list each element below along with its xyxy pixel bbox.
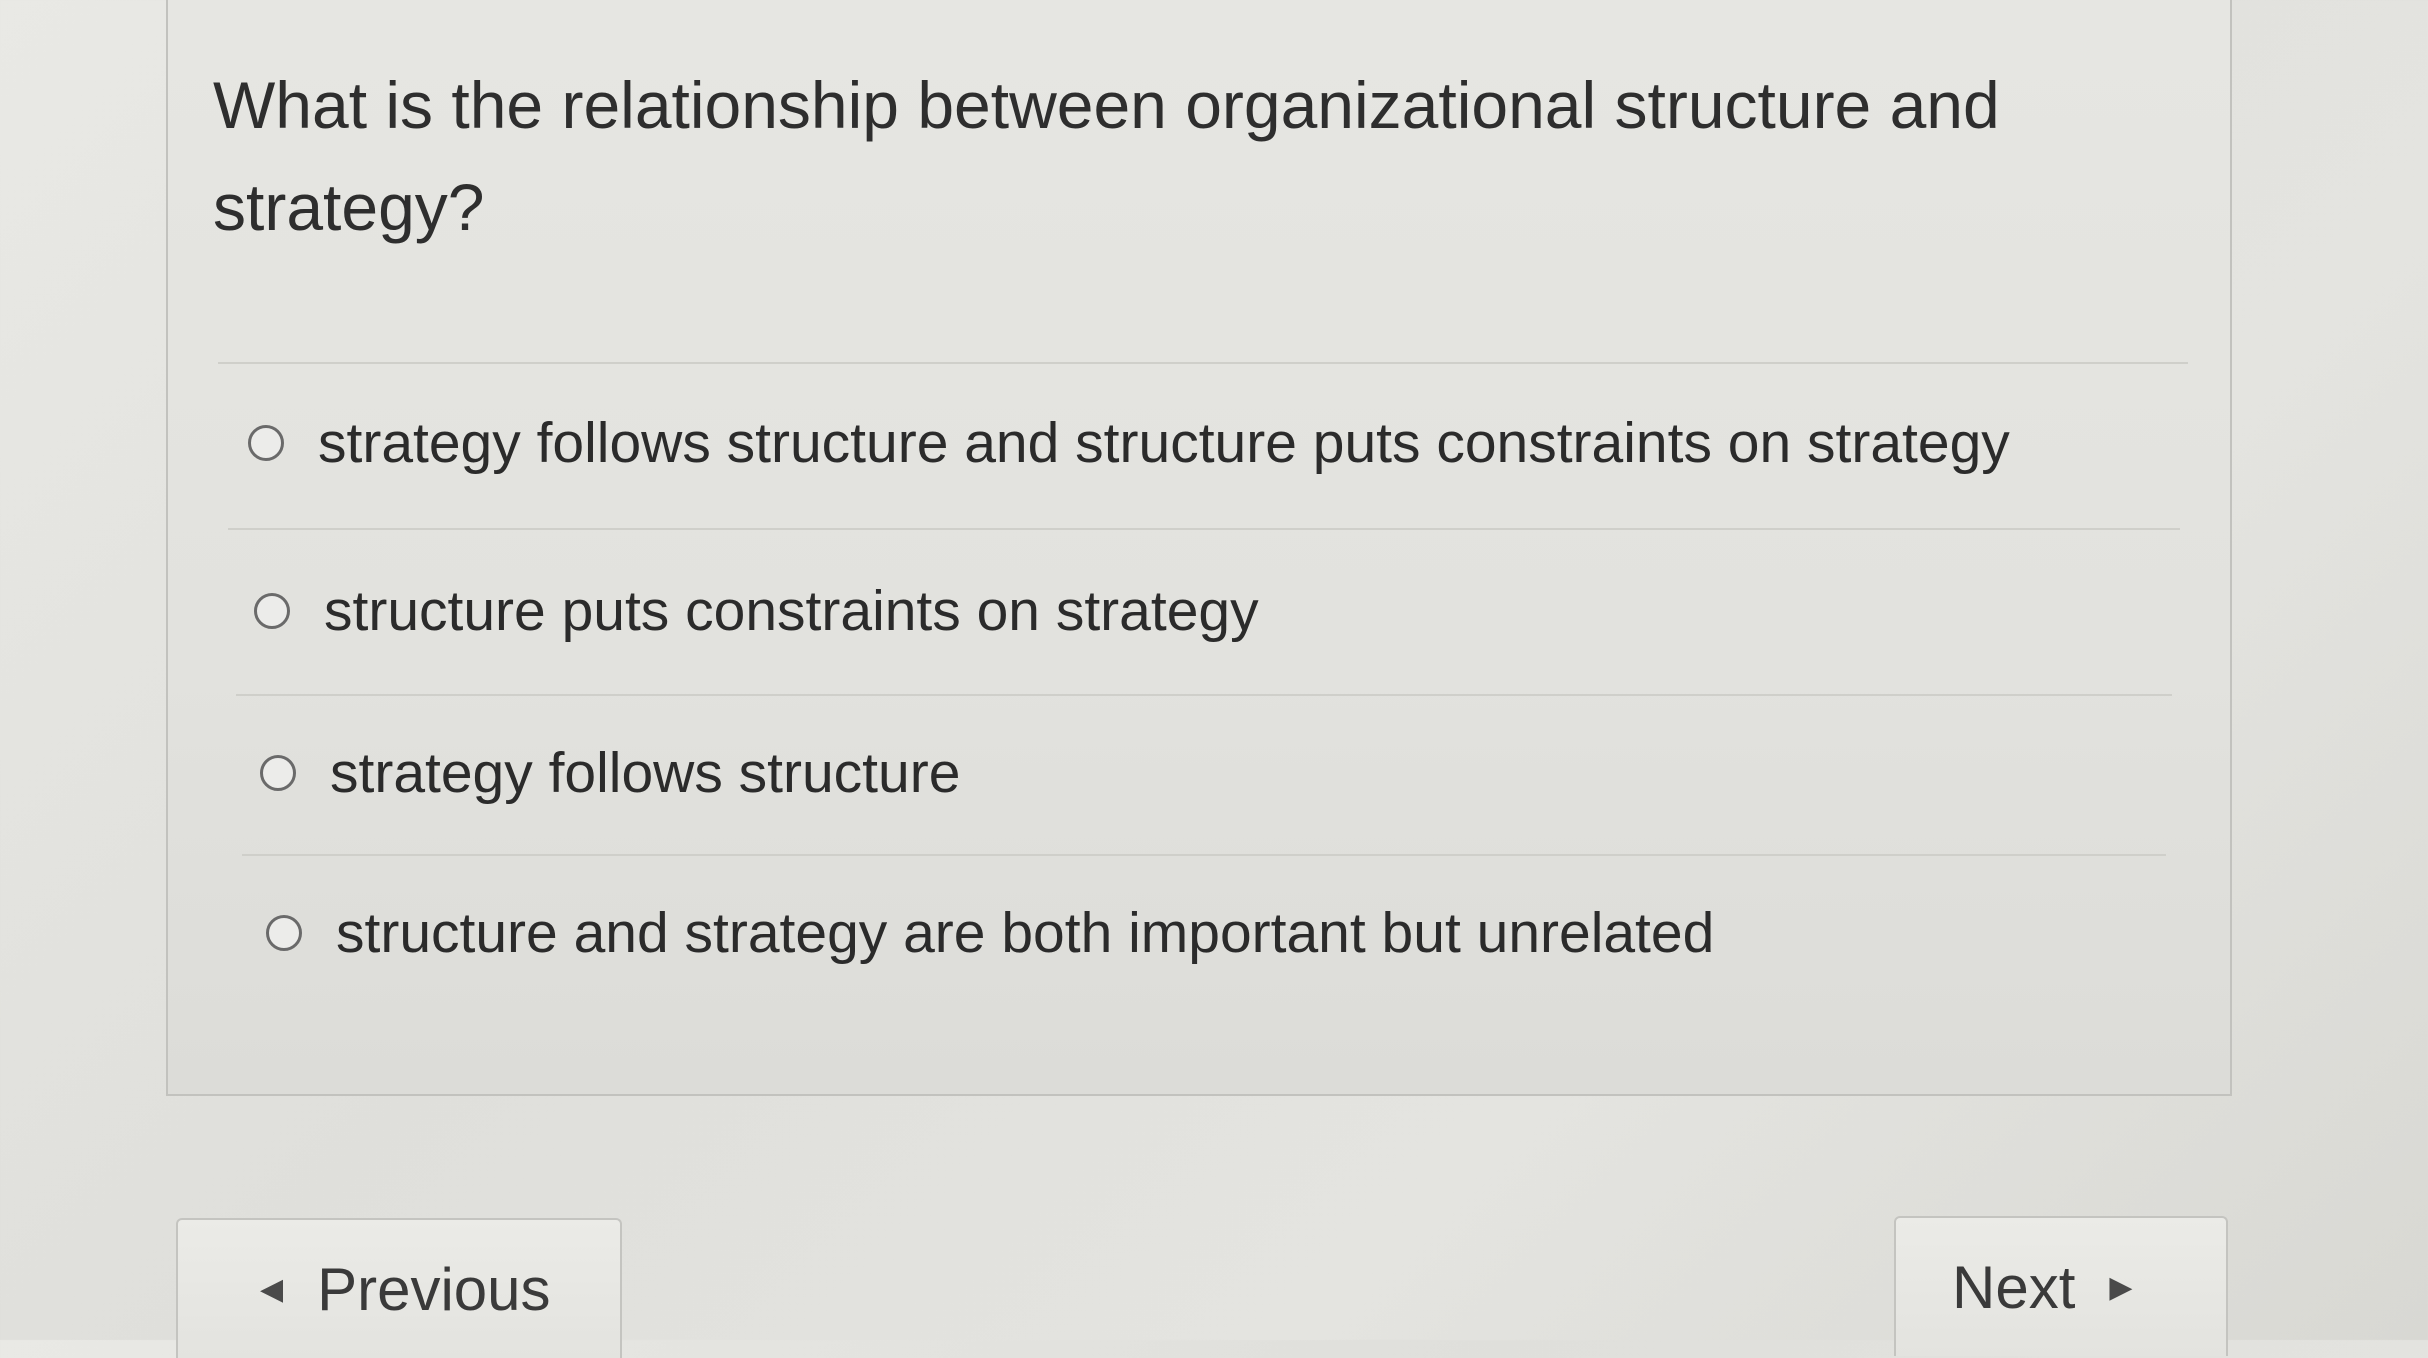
option-1[interactable]: strategy follows structure and structure… <box>248 410 2010 476</box>
radio-button-icon[interactable] <box>266 915 302 951</box>
radio-button-icon[interactable] <box>254 593 290 629</box>
previous-button[interactable]: ◀ Previous <box>176 1218 622 1358</box>
question-card: What is the relationship between organiz… <box>166 0 2232 1096</box>
divider <box>242 854 2166 856</box>
option-4[interactable]: structure and strategy are both importan… <box>266 900 1714 966</box>
option-3[interactable]: strategy follows structure <box>260 740 960 806</box>
triangle-left-icon: ◀ <box>260 1272 284 1306</box>
option-label: strategy follows structure <box>330 741 961 805</box>
triangle-right-icon: ▶ <box>2109 1270 2133 1304</box>
divider <box>228 528 2180 530</box>
option-label: structure puts constraints on strategy <box>324 579 1259 643</box>
previous-label: Previous <box>317 1255 551 1323</box>
radio-button-icon[interactable] <box>248 425 284 461</box>
next-label: Next <box>1952 1253 2076 1321</box>
option-label: strategy follows structure and structure… <box>318 411 2010 475</box>
next-button[interactable]: Next ▶ <box>1894 1216 2228 1356</box>
question-text: What is the relationship between organiz… <box>213 68 2000 244</box>
radio-button-icon[interactable] <box>260 755 296 791</box>
divider <box>236 694 2172 696</box>
option-2[interactable]: structure puts constraints on strategy <box>254 578 1259 644</box>
divider <box>218 362 2188 364</box>
option-label: structure and strategy are both importan… <box>336 901 1715 965</box>
